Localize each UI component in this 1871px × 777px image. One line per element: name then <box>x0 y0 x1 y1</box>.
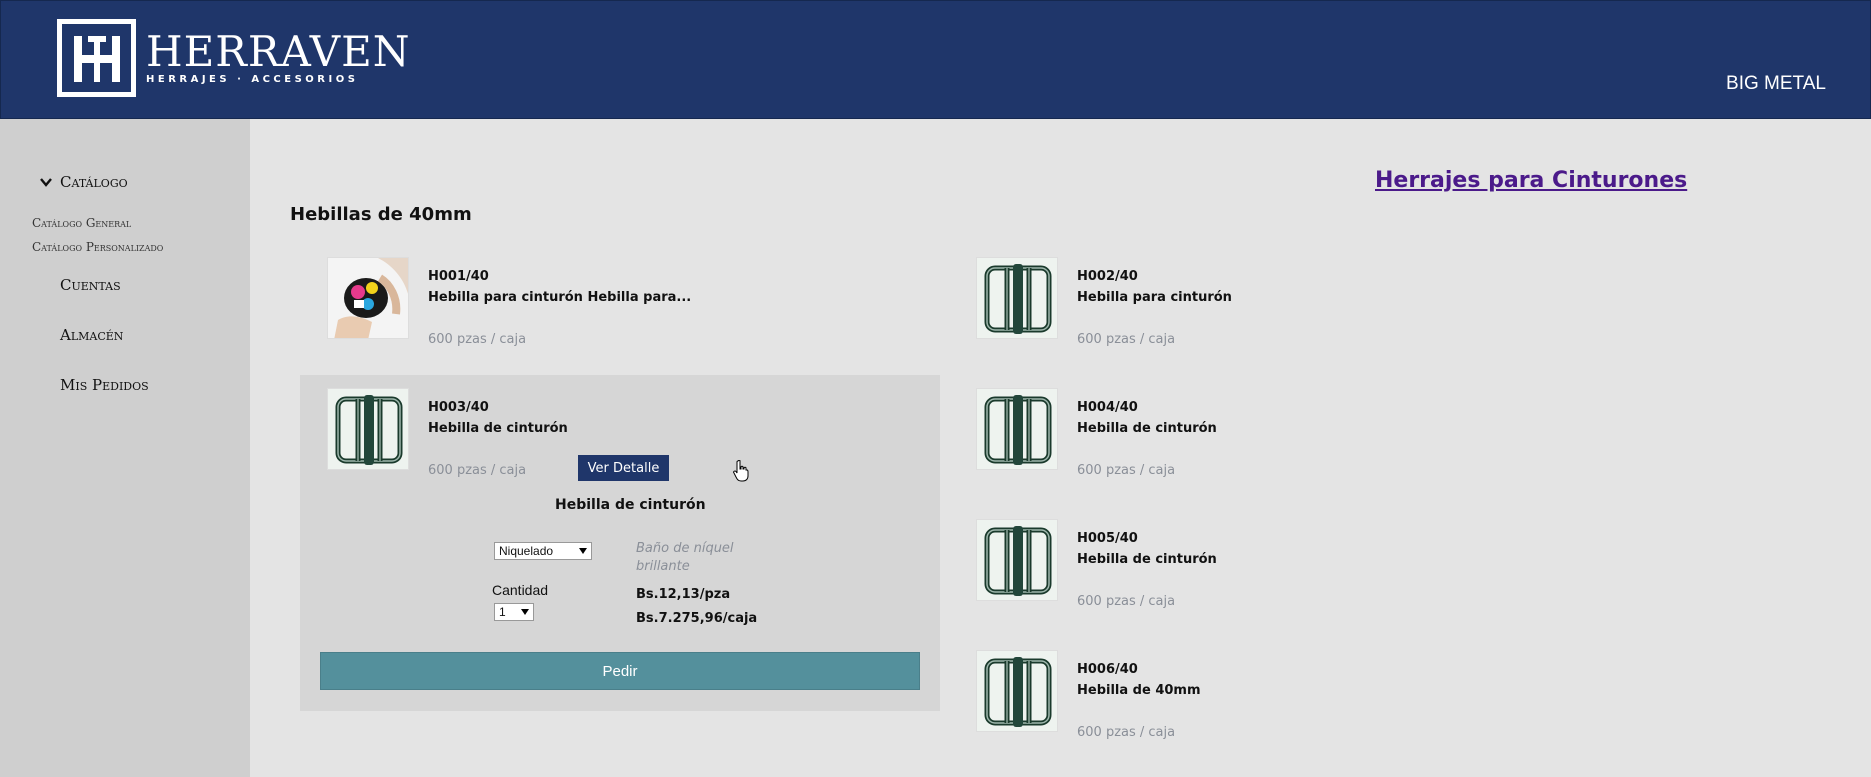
product-name: Hebilla de cinturón <box>1077 421 1217 436</box>
product-card[interactable]: H002/40 Hebilla para cinturón 600 pzas /… <box>976 257 1576 347</box>
sidebar-item-catalogo-personalizado[interactable]: Catálogo Personalizado <box>32 240 163 254</box>
finish-select[interactable]: Niquelado <box>494 542 592 560</box>
logo-wordmark: HERRAVEN HERRAJES · ACCESORIOS <box>146 26 411 85</box>
category-title-link[interactable]: Herrajes para Cinturones <box>1375 168 1687 193</box>
finish-select-value: Niquelado <box>499 544 554 558</box>
quantity-select-value: 1 <box>499 605 506 619</box>
herraven-logo[interactable]: HERRAVEN HERRAJES · ACCESORIOS <box>57 19 411 97</box>
product-pack: 600 pzas / caja <box>1077 725 1176 740</box>
sidebar-item-catalogo-general[interactable]: Catálogo General <box>32 216 131 230</box>
product-name: Hebilla de 40mm <box>1077 683 1201 698</box>
buckle-icon <box>976 650 1058 732</box>
product-name: Hebilla para cinturón <box>1077 290 1232 305</box>
product-card[interactable]: H005/40 Hebilla de cinturón 600 pzas / c… <box>976 519 1576 609</box>
quantity-label: Cantidad <box>492 582 549 598</box>
sidebar-catalog-toggle[interactable]: Catálogo <box>40 173 128 191</box>
order-button[interactable]: Pedir <box>320 652 920 690</box>
sidebar-item-cuentas[interactable]: Cuentas <box>60 276 121 294</box>
product-pack: 600 pzas / caja <box>1077 463 1176 478</box>
product-pack: 600 pzas / caja <box>428 463 527 478</box>
sidebar-catalog-label: Catálogo <box>60 173 128 191</box>
section-title: Hebillas de 40mm <box>290 204 472 225</box>
sidebar: Catálogo Catálogo General Catálogo Perso… <box>0 119 250 777</box>
product-name: Hebilla para cinturón Hebilla para... <box>428 290 692 305</box>
chevron-down-icon <box>40 178 52 187</box>
product-image-printed-buckle <box>327 257 409 339</box>
sidebar-item-almacen[interactable]: Almacén <box>60 326 123 344</box>
finish-description: Baño de níquel brillante <box>636 541 734 574</box>
buckle-icon <box>976 519 1058 601</box>
product-pack: 600 pzas / caja <box>1077 332 1176 347</box>
buckle-icon <box>976 388 1058 470</box>
logo-mark-icon <box>57 19 136 97</box>
product-card[interactable]: H004/40 Hebilla de cinturón 600 pzas / c… <box>976 388 1576 478</box>
product-code: H004/40 <box>1077 400 1138 415</box>
buckle-icon <box>976 257 1058 339</box>
product-card[interactable]: H006/40 Hebilla de 40mm 600 pzas / caja <box>976 650 1576 740</box>
product-code: H006/40 <box>1077 662 1138 677</box>
sidebar-item-mis-pedidos[interactable]: Mis Pedidos <box>60 376 149 394</box>
product-code: H002/40 <box>1077 269 1138 284</box>
product-pack: 600 pzas / caja <box>1077 594 1176 609</box>
product-name: Hebilla de cinturón <box>1077 552 1217 567</box>
product-code: H001/40 <box>428 269 489 284</box>
product-code: H003/40 <box>428 400 489 415</box>
company-name[interactable]: BIG METAL <box>1726 73 1826 95</box>
product-pack: 600 pzas / caja <box>428 332 527 347</box>
quantity-select[interactable]: 1 <box>494 603 534 621</box>
price-per-box: Bs.7.275,96/caja <box>636 611 758 626</box>
product-name: Hebilla de cinturón <box>428 421 568 436</box>
product-code: H005/40 <box>1077 531 1138 546</box>
top-header: HERRAVEN HERRAJES · ACCESORIOS BIG METAL <box>0 0 1871 119</box>
price-per-piece: Bs.12,13/pza <box>636 587 731 602</box>
view-detail-button[interactable]: Ver Detalle <box>578 455 669 481</box>
product-card[interactable]: H001/40 Hebilla para cinturón Hebilla pa… <box>327 257 927 347</box>
dropdown-arrow-icon <box>579 548 587 554</box>
detail-product-name: Hebilla de cinturón <box>555 497 706 513</box>
logo-name: HERRAVEN <box>146 26 411 76</box>
dropdown-arrow-icon <box>521 609 529 615</box>
hand-cursor-icon <box>733 460 749 482</box>
buckle-icon <box>327 388 409 470</box>
